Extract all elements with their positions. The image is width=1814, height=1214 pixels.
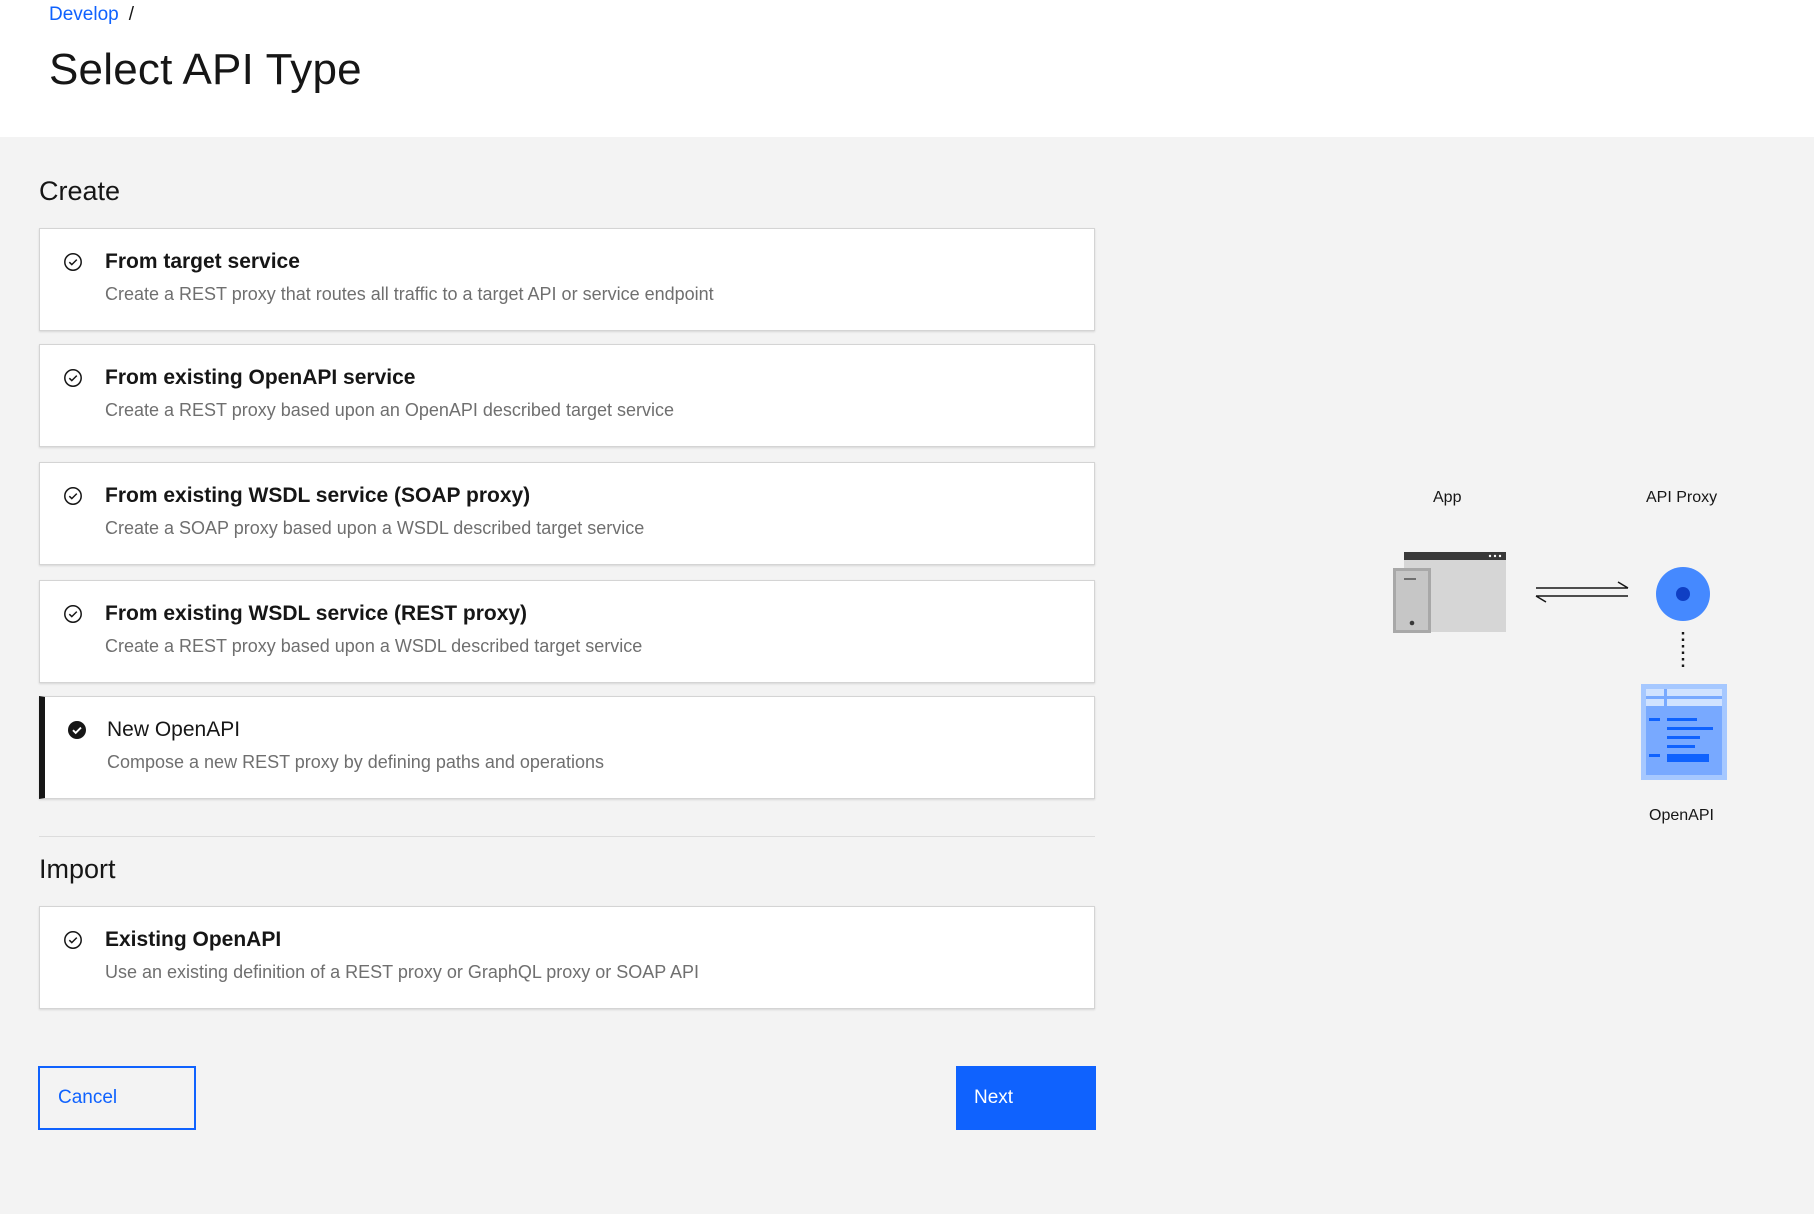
section-divider	[39, 836, 1095, 837]
checkmark-outline-icon	[64, 605, 82, 623]
diagram-openapi-label: OpenAPI	[1649, 807, 1714, 824]
diagram-api-proxy-label: API Proxy	[1646, 489, 1718, 506]
tile-description: Create a REST proxy based upon a WSDL de…	[105, 636, 643, 656]
tile-existing-openapi[interactable]: Existing OpenAPI Use an existing definit…	[39, 906, 1095, 1009]
breadcrumb-develop-link[interactable]: Develop	[49, 3, 119, 27]
cancel-button[interactable]: Cancel	[38, 1066, 196, 1130]
tile-title: From existing WSDL service (SOAP proxy)	[105, 484, 531, 507]
next-button[interactable]: Next	[956, 1066, 1096, 1130]
tile-from-existing-wsdl-soap[interactable]: From existing WSDL service (SOAP proxy) …	[39, 462, 1095, 565]
tile-title: Existing OpenAPI	[105, 928, 282, 951]
connector-dots-icon	[1681, 632, 1685, 670]
diagram-app-label: App	[1433, 489, 1462, 506]
checkmark-outline-icon	[64, 931, 82, 949]
checkmark-outline-icon	[64, 487, 82, 505]
page-title: Select API Type	[49, 45, 362, 94]
tile-description: Create a REST proxy based upon an OpenAP…	[105, 400, 674, 420]
openapi-document-icon	[1641, 684, 1727, 780]
breadcrumb-separator: /	[128, 4, 134, 25]
checkmark-outline-icon	[64, 253, 82, 271]
tile-description: Create a REST proxy that routes all traf…	[105, 284, 714, 304]
api-proxy-node-icon	[1656, 567, 1710, 621]
tile-from-target-service[interactable]: From target service Create a REST proxy …	[39, 228, 1095, 331]
checkmark-outline-icon	[64, 369, 82, 387]
exchange-arrows-icon	[1535, 581, 1629, 603]
create-section-title: Create	[39, 176, 121, 206]
tile-description: Create a SOAP proxy based upon a WSDL de…	[105, 518, 645, 538]
breadcrumb: Develop /	[49, 3, 134, 27]
tile-title: From target service	[105, 250, 300, 273]
tile-from-existing-openapi-service[interactable]: From existing OpenAPI service Create a R…	[39, 344, 1095, 447]
tile-title: New OpenAPI	[107, 718, 241, 741]
tile-description: Compose a new REST proxy by defining pat…	[107, 752, 604, 772]
tile-new-openapi[interactable]: New OpenAPI Compose a new REST proxy by …	[39, 696, 1095, 799]
page-header: Develop / Select API Type	[0, 0, 1814, 137]
tile-title: From existing WSDL service (REST proxy)	[105, 602, 528, 625]
app-window-icon	[1393, 552, 1506, 633]
import-section-title: Import	[39, 854, 116, 884]
checkmark-filled-icon	[68, 721, 86, 739]
tile-from-existing-wsdl-rest[interactable]: From existing WSDL service (REST proxy) …	[39, 580, 1095, 683]
tile-title: From existing OpenAPI service	[105, 366, 416, 389]
tile-description: Use an existing definition of a REST pro…	[105, 962, 699, 982]
